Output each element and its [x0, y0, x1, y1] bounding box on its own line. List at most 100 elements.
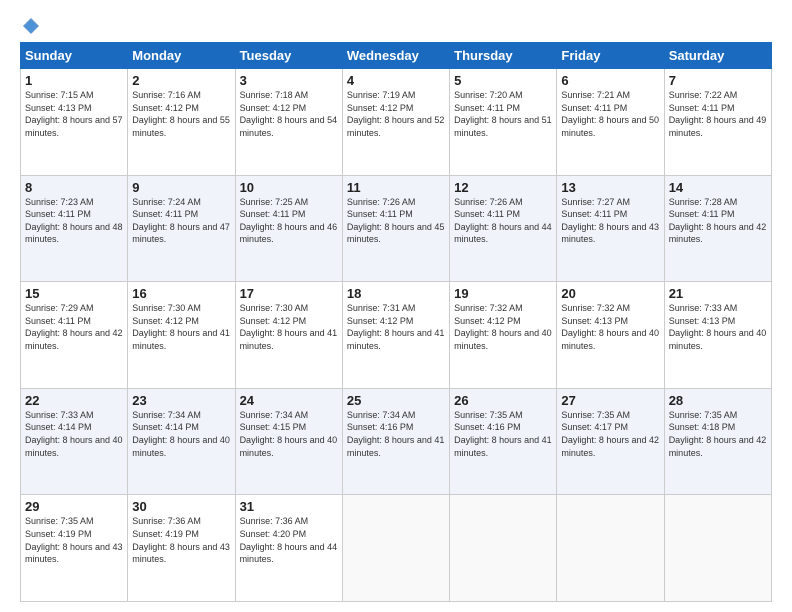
day-info: Sunrise: 7:23 AM Sunset: 4:11 PM Dayligh…: [25, 196, 123, 246]
daylight-label: Daylight: 8 hours and 44 minutes.: [454, 222, 552, 245]
day-number: 31: [240, 499, 338, 514]
day-number: 18: [347, 286, 445, 301]
calendar-cell: 23 Sunrise: 7:34 AM Sunset: 4:14 PM Dayl…: [128, 388, 235, 495]
sunrise-label: Sunrise: 7:15 AM: [25, 90, 94, 100]
sunset-label: Sunset: 4:11 PM: [454, 103, 520, 113]
calendar-cell: 12 Sunrise: 7:26 AM Sunset: 4:11 PM Dayl…: [450, 175, 557, 282]
daylight-label: Daylight: 8 hours and 41 minutes.: [132, 328, 230, 351]
sunrise-label: Sunrise: 7:35 AM: [25, 516, 94, 526]
day-info: Sunrise: 7:32 AM Sunset: 4:13 PM Dayligh…: [561, 302, 659, 352]
calendar-cell: 25 Sunrise: 7:34 AM Sunset: 4:16 PM Dayl…: [342, 388, 449, 495]
sunset-label: Sunset: 4:11 PM: [669, 209, 735, 219]
sunset-label: Sunset: 4:12 PM: [240, 316, 307, 326]
daylight-label: Daylight: 8 hours and 47 minutes.: [132, 222, 230, 245]
day-number: 28: [669, 393, 767, 408]
daylight-label: Daylight: 8 hours and 51 minutes.: [454, 115, 552, 138]
day-number: 10: [240, 180, 338, 195]
sunrise-label: Sunrise: 7:36 AM: [240, 516, 309, 526]
day-info: Sunrise: 7:25 AM Sunset: 4:11 PM Dayligh…: [240, 196, 338, 246]
day-number: 4: [347, 73, 445, 88]
day-number: 27: [561, 393, 659, 408]
day-info: Sunrise: 7:32 AM Sunset: 4:12 PM Dayligh…: [454, 302, 552, 352]
sunset-label: Sunset: 4:15 PM: [240, 422, 307, 432]
daylight-label: Daylight: 8 hours and 41 minutes.: [347, 328, 445, 351]
calendar-day-header: Tuesday: [235, 43, 342, 69]
sunrise-label: Sunrise: 7:32 AM: [561, 303, 630, 313]
sunrise-label: Sunrise: 7:21 AM: [561, 90, 630, 100]
day-info: Sunrise: 7:35 AM Sunset: 4:16 PM Dayligh…: [454, 409, 552, 459]
sunset-label: Sunset: 4:18 PM: [669, 422, 736, 432]
day-number: 15: [25, 286, 123, 301]
calendar-cell: 8 Sunrise: 7:23 AM Sunset: 4:11 PM Dayli…: [21, 175, 128, 282]
daylight-label: Daylight: 8 hours and 57 minutes.: [25, 115, 123, 138]
calendar-cell: [450, 495, 557, 602]
daylight-label: Daylight: 8 hours and 40 minutes.: [240, 435, 338, 458]
day-number: 13: [561, 180, 659, 195]
sunset-label: Sunset: 4:11 PM: [25, 209, 91, 219]
day-info: Sunrise: 7:35 AM Sunset: 4:18 PM Dayligh…: [669, 409, 767, 459]
sunrise-label: Sunrise: 7:35 AM: [561, 410, 630, 420]
daylight-label: Daylight: 8 hours and 41 minutes.: [454, 435, 552, 458]
day-info: Sunrise: 7:28 AM Sunset: 4:11 PM Dayligh…: [669, 196, 767, 246]
daylight-label: Daylight: 8 hours and 41 minutes.: [240, 328, 338, 351]
daylight-label: Daylight: 8 hours and 43 minutes.: [132, 542, 230, 565]
day-info: Sunrise: 7:35 AM Sunset: 4:17 PM Dayligh…: [561, 409, 659, 459]
calendar-day-header: Wednesday: [342, 43, 449, 69]
sunrise-label: Sunrise: 7:19 AM: [347, 90, 416, 100]
sunset-label: Sunset: 4:11 PM: [347, 209, 413, 219]
sunset-label: Sunset: 4:11 PM: [132, 209, 198, 219]
sunrise-label: Sunrise: 7:34 AM: [347, 410, 416, 420]
daylight-label: Daylight: 8 hours and 42 minutes.: [25, 328, 123, 351]
sunrise-label: Sunrise: 7:35 AM: [669, 410, 738, 420]
sunrise-label: Sunrise: 7:36 AM: [132, 516, 201, 526]
calendar-cell: 29 Sunrise: 7:35 AM Sunset: 4:19 PM Dayl…: [21, 495, 128, 602]
day-info: Sunrise: 7:30 AM Sunset: 4:12 PM Dayligh…: [132, 302, 230, 352]
day-number: 16: [132, 286, 230, 301]
calendar-cell: 4 Sunrise: 7:19 AM Sunset: 4:12 PM Dayli…: [342, 69, 449, 176]
calendar-day-header: Friday: [557, 43, 664, 69]
calendar-cell: 22 Sunrise: 7:33 AM Sunset: 4:14 PM Dayl…: [21, 388, 128, 495]
sunset-label: Sunset: 4:14 PM: [132, 422, 199, 432]
sunset-label: Sunset: 4:11 PM: [454, 209, 520, 219]
day-number: 1: [25, 73, 123, 88]
sunset-label: Sunset: 4:20 PM: [240, 529, 307, 539]
logo: [20, 16, 41, 32]
day-number: 11: [347, 180, 445, 195]
header: [20, 16, 772, 32]
day-number: 14: [669, 180, 767, 195]
day-info: Sunrise: 7:31 AM Sunset: 4:12 PM Dayligh…: [347, 302, 445, 352]
day-info: Sunrise: 7:20 AM Sunset: 4:11 PM Dayligh…: [454, 89, 552, 139]
logo-icon: [21, 16, 41, 36]
sunset-label: Sunset: 4:13 PM: [669, 316, 736, 326]
day-info: Sunrise: 7:16 AM Sunset: 4:12 PM Dayligh…: [132, 89, 230, 139]
sunrise-label: Sunrise: 7:31 AM: [347, 303, 416, 313]
sunset-label: Sunset: 4:11 PM: [240, 209, 306, 219]
calendar-cell: 16 Sunrise: 7:30 AM Sunset: 4:12 PM Dayl…: [128, 282, 235, 389]
sunset-label: Sunset: 4:12 PM: [132, 316, 199, 326]
sunrise-label: Sunrise: 7:28 AM: [669, 197, 738, 207]
sunrise-label: Sunrise: 7:32 AM: [454, 303, 523, 313]
day-number: 7: [669, 73, 767, 88]
calendar-cell: 28 Sunrise: 7:35 AM Sunset: 4:18 PM Dayl…: [664, 388, 771, 495]
calendar-cell: 26 Sunrise: 7:35 AM Sunset: 4:16 PM Dayl…: [450, 388, 557, 495]
day-number: 25: [347, 393, 445, 408]
sunset-label: Sunset: 4:19 PM: [132, 529, 199, 539]
calendar-cell: 27 Sunrise: 7:35 AM Sunset: 4:17 PM Dayl…: [557, 388, 664, 495]
calendar-day-header: Monday: [128, 43, 235, 69]
day-info: Sunrise: 7:30 AM Sunset: 4:12 PM Dayligh…: [240, 302, 338, 352]
calendar-cell: [557, 495, 664, 602]
sunset-label: Sunset: 4:14 PM: [25, 422, 92, 432]
calendar-cell: 30 Sunrise: 7:36 AM Sunset: 4:19 PM Dayl…: [128, 495, 235, 602]
daylight-label: Daylight: 8 hours and 50 minutes.: [561, 115, 659, 138]
calendar-day-header: Thursday: [450, 43, 557, 69]
day-number: 26: [454, 393, 552, 408]
calendar-cell: 7 Sunrise: 7:22 AM Sunset: 4:11 PM Dayli…: [664, 69, 771, 176]
daylight-label: Daylight: 8 hours and 48 minutes.: [25, 222, 123, 245]
day-info: Sunrise: 7:35 AM Sunset: 4:19 PM Dayligh…: [25, 515, 123, 565]
calendar-cell: 3 Sunrise: 7:18 AM Sunset: 4:12 PM Dayli…: [235, 69, 342, 176]
sunrise-label: Sunrise: 7:24 AM: [132, 197, 201, 207]
sunrise-label: Sunrise: 7:23 AM: [25, 197, 94, 207]
sunset-label: Sunset: 4:12 PM: [347, 103, 414, 113]
calendar-cell: [342, 495, 449, 602]
day-number: 2: [132, 73, 230, 88]
